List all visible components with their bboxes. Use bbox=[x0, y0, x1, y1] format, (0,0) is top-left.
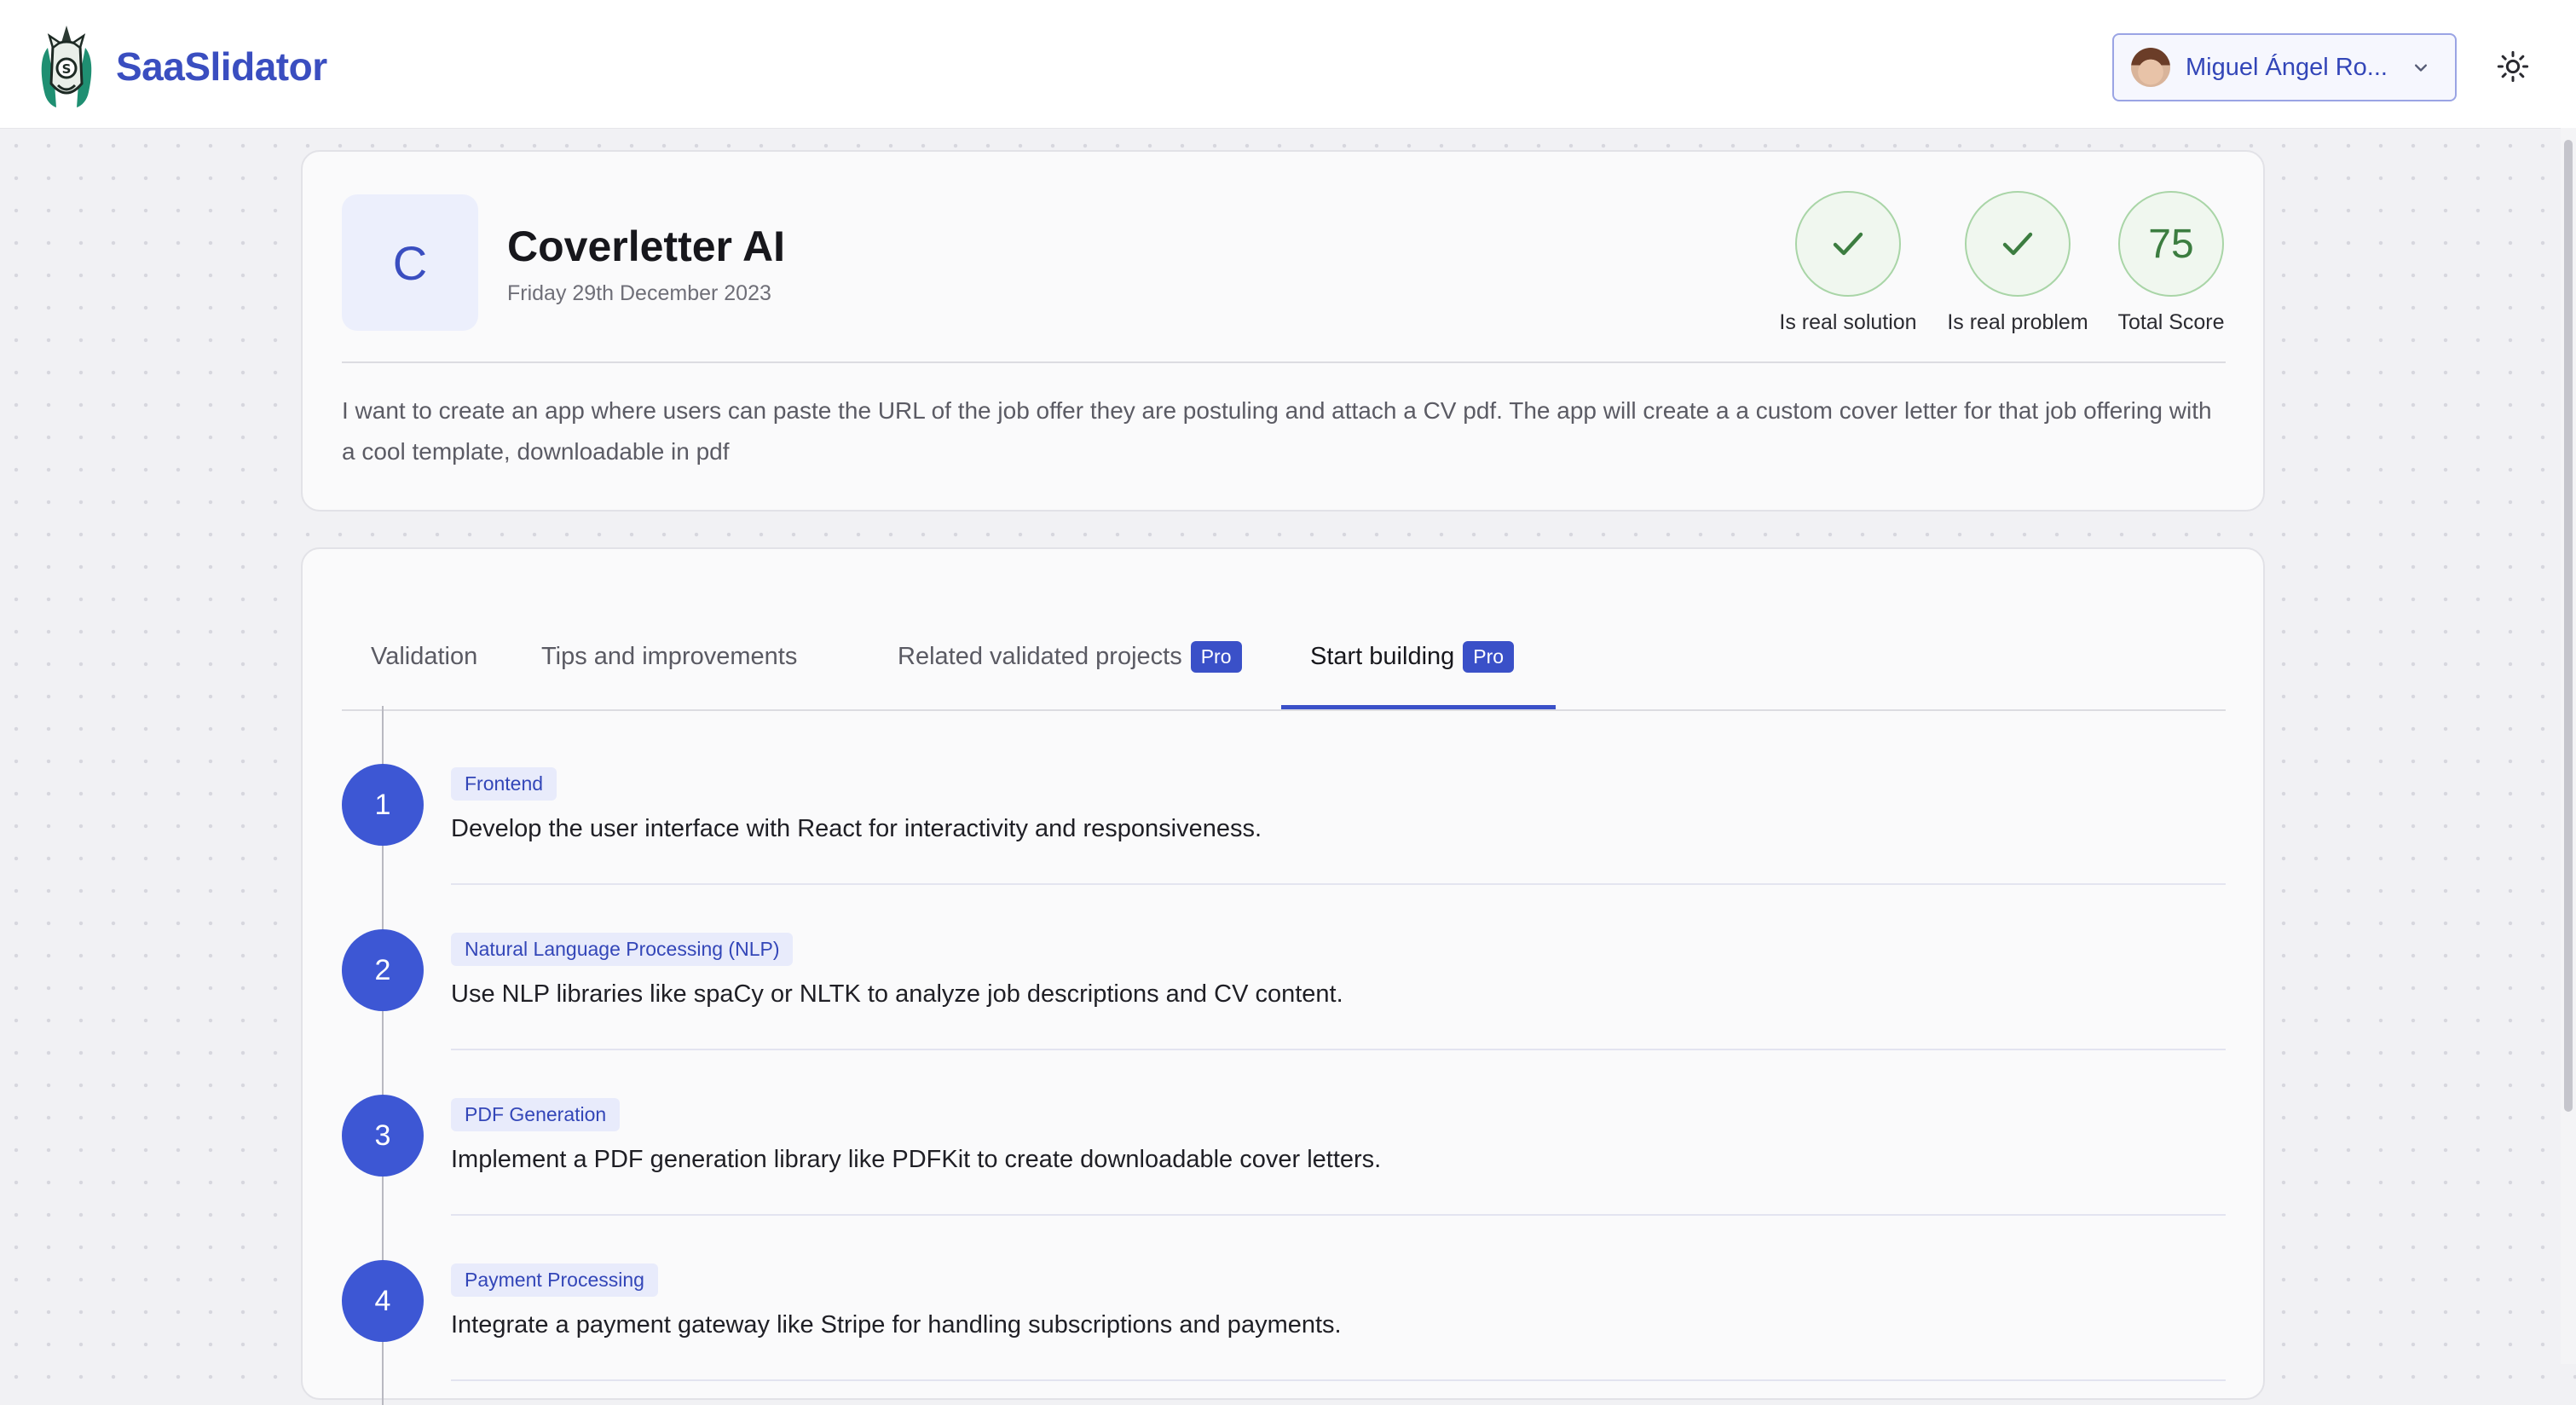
tab-related-validated-projects[interactable]: Related validated projects Pro bbox=[898, 604, 1242, 709]
chevron-down-icon bbox=[2415, 64, 2427, 72]
user-name: Miguel Ángel Ro... bbox=[2186, 53, 2388, 81]
metric-total-score: 75 Total Score bbox=[2086, 191, 2256, 335]
tab-tips-and-improvements[interactable]: Tips and improvements bbox=[541, 604, 797, 709]
metric-is-real-solution: Is real solution bbox=[1763, 191, 1933, 335]
step-tag: Payment Processing bbox=[451, 1263, 658, 1297]
step-description: Integrate a payment gateway like Stripe … bbox=[451, 1311, 1342, 1339]
step-description: Develop the user interface with React fo… bbox=[451, 815, 1262, 842]
step-description: Implement a PDF generation library like … bbox=[451, 1146, 1382, 1173]
step-description: Use NLP libraries like spaCy or NLTK to … bbox=[451, 980, 1343, 1008]
step-number: 4 bbox=[342, 1260, 424, 1342]
pro-badge: Pro bbox=[1190, 640, 1242, 673]
project-date: Friday 29th December 2023 bbox=[507, 281, 771, 305]
tab-label: Related validated projects bbox=[898, 642, 1182, 670]
divider bbox=[451, 1379, 2226, 1381]
tab-label: Start building bbox=[1310, 642, 1455, 670]
project-title: Coverletter AI bbox=[507, 223, 786, 270]
project-summary-card: C Coverletter AI Friday 29th December 20… bbox=[301, 150, 2265, 512]
user-menu-button[interactable]: Miguel Ángel Ro... bbox=[2112, 33, 2457, 101]
step-tag: Frontend bbox=[451, 767, 557, 801]
tab-label: Tips and improvements bbox=[541, 642, 798, 670]
step-tag: PDF Generation bbox=[451, 1098, 621, 1131]
metric-is-real-problem: Is real problem bbox=[1932, 191, 2103, 335]
check-icon bbox=[1965, 191, 2071, 297]
top-bar: S SaaSlidator Miguel Ángel Ro... bbox=[0, 0, 2576, 128]
build-step: 4 Payment Processing Integrate a payment… bbox=[342, 1214, 2226, 1381]
step-tag: Natural Language Processing (NLP) bbox=[451, 933, 794, 966]
page-scrollbar-thumb[interactable] bbox=[2564, 140, 2573, 1112]
metric-label: Is real problem bbox=[1947, 310, 2088, 334]
pro-badge: Pro bbox=[1463, 640, 1515, 673]
total-score-value: 75 bbox=[2148, 221, 2194, 267]
step-number: 2 bbox=[342, 929, 424, 1011]
step-number: 1 bbox=[342, 764, 424, 846]
brand-name: SaaSlidator bbox=[116, 44, 327, 89]
svg-text:S: S bbox=[62, 61, 72, 77]
check-icon bbox=[1795, 191, 1901, 297]
sun-icon[interactable] bbox=[2496, 49, 2530, 84]
tab-validation[interactable]: Validation bbox=[371, 604, 477, 709]
brand-home-link[interactable]: S SaaSlidator bbox=[36, 24, 327, 109]
project-description: I want to create an app where users can … bbox=[342, 397, 2212, 465]
build-step: 1 Frontend Develop the user interface wi… bbox=[342, 718, 2226, 885]
project-details-card: Validation Tips and improvements Related… bbox=[301, 547, 2265, 1405]
divider bbox=[342, 361, 2226, 363]
metric-label: Is real solution bbox=[1779, 310, 1917, 334]
tab-start-building[interactable]: Start building Pro bbox=[1281, 604, 1556, 709]
metric-label: Total Score bbox=[2117, 310, 2225, 334]
build-step: 3 PDF Generation Implement a PDF generat… bbox=[342, 1049, 2226, 1216]
build-step: 2 Natural Language Processing (NLP) Use … bbox=[342, 883, 2226, 1050]
project-initial-avatar: C bbox=[342, 194, 478, 331]
tab-bar: Validation Tips and improvements Related… bbox=[342, 604, 2226, 711]
user-avatar bbox=[2131, 48, 2170, 87]
tab-label: Validation bbox=[371, 642, 478, 670]
score-ring: 75 bbox=[2118, 191, 2224, 297]
unicorn-logo-icon: S bbox=[41, 26, 92, 107]
step-number: 3 bbox=[342, 1095, 424, 1177]
